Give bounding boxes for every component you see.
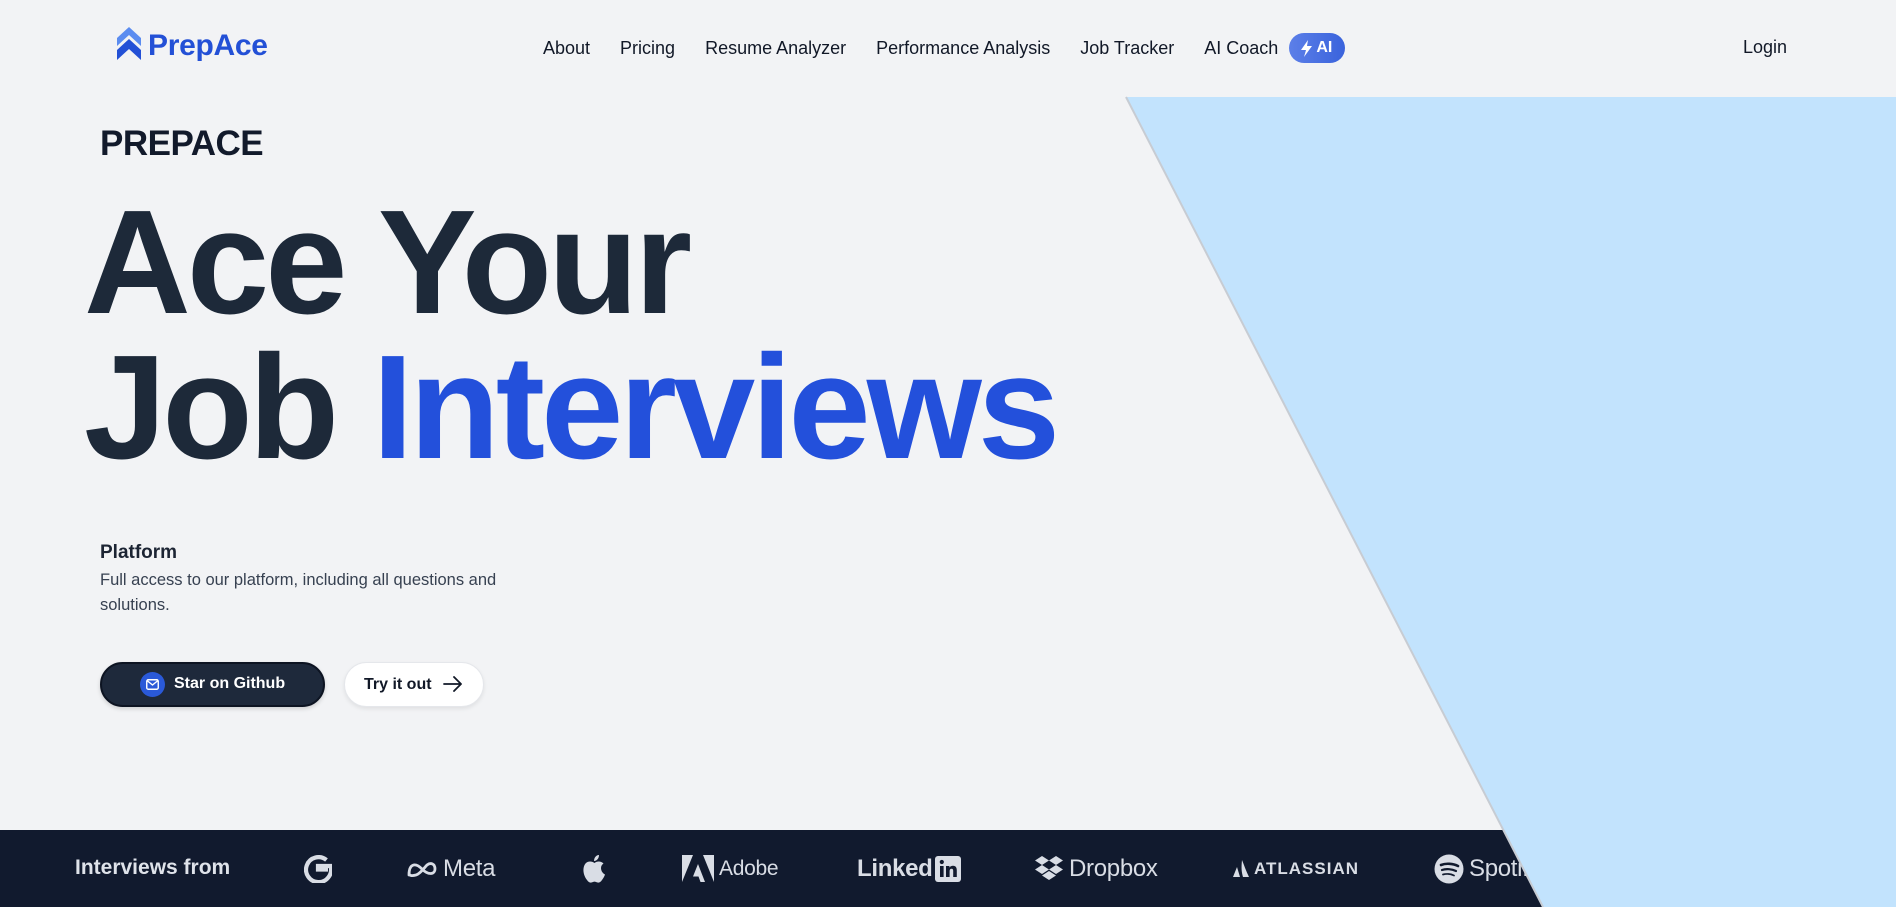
brand-logo[interactable]: PrepAce <box>116 26 268 66</box>
dropbox-icon <box>1035 855 1063 880</box>
nav-about[interactable]: About <box>543 38 590 59</box>
nav-ai-coach[interactable]: AI Coach <box>1204 38 1278 59</box>
feature-description: Full access to our platform, including a… <box>100 571 497 614</box>
ai-badge-label: AI <box>1316 39 1333 56</box>
hero-eyebrow: PREPACE <box>100 124 264 163</box>
meta-wordmark: Meta <box>443 854 496 882</box>
headline-line-1: Ace Your <box>84 180 692 345</box>
adobe-icon <box>682 855 714 882</box>
mail-icon <box>140 672 165 697</box>
headline-line-2-plain: Job <box>84 325 373 490</box>
linkedin-icon <box>934 855 961 882</box>
headline-line-2-accent: Interviews <box>372 325 1060 490</box>
spotify-icon <box>1434 854 1464 883</box>
adobe-logo: Adobe <box>682 830 779 907</box>
atlassian-logo: ATLASSIAN <box>1233 830 1359 907</box>
apple-icon <box>583 855 605 883</box>
google-icon <box>304 854 332 883</box>
login-link[interactable]: Login <box>1743 37 1787 58</box>
main-nav: About Pricing Resume Analyzer Performanc… <box>543 33 1346 63</box>
star-on-github-button[interactable]: Star on Github <box>100 662 325 707</box>
brand-name: PrepAce <box>148 29 268 62</box>
strip-label: Interviews from <box>75 856 231 879</box>
navbar: PrepAce About Pricing Resume Analyzer Pe… <box>0 0 1896 97</box>
linkedin-logo: Linked <box>857 830 961 907</box>
linkedin-wordmark: Linked <box>857 854 933 882</box>
nav-resume-analyzer[interactable]: Resume Analyzer <box>705 38 846 59</box>
atlassian-wordmark: ATLASSIAN <box>1254 858 1360 878</box>
spotify-logo: Spotify <box>1434 830 1541 907</box>
dropbox-wordmark: Dropbox <box>1069 854 1158 882</box>
hero-headline: Ace Your Job Interviews <box>84 189 1060 482</box>
google-logo <box>304 830 332 907</box>
atlassian-icon <box>1233 860 1249 877</box>
dropbox-logo: Dropbox <box>1034 830 1158 907</box>
nav-pricing[interactable]: Pricing <box>620 38 675 59</box>
company-logo-strip: Interviews from Meta Adobe Linked Dropbo… <box>0 830 1896 907</box>
nav-job-tracker[interactable]: Job Tracker <box>1080 38 1174 59</box>
meta-icon <box>407 861 437 877</box>
meta-logo: Meta <box>406 830 495 907</box>
star-on-github-label: Star on Github <box>174 675 286 692</box>
feature-title: Platform <box>100 542 178 563</box>
try-it-out-label: Try it out <box>364 676 432 693</box>
adobe-wordmark: Adobe <box>719 856 779 880</box>
apple-logo <box>581 830 608 907</box>
try-it-out-button[interactable]: Try it out <box>344 662 484 707</box>
ai-badge[interactable]: AI <box>1289 33 1346 63</box>
arrow-right-icon <box>443 676 462 692</box>
lightning-icon <box>1301 39 1313 57</box>
spotify-wordmark: Spotify <box>1469 854 1541 882</box>
chevron-up-logo-icon <box>117 27 141 60</box>
nav-performance-analysis[interactable]: Performance Analysis <box>876 38 1050 59</box>
